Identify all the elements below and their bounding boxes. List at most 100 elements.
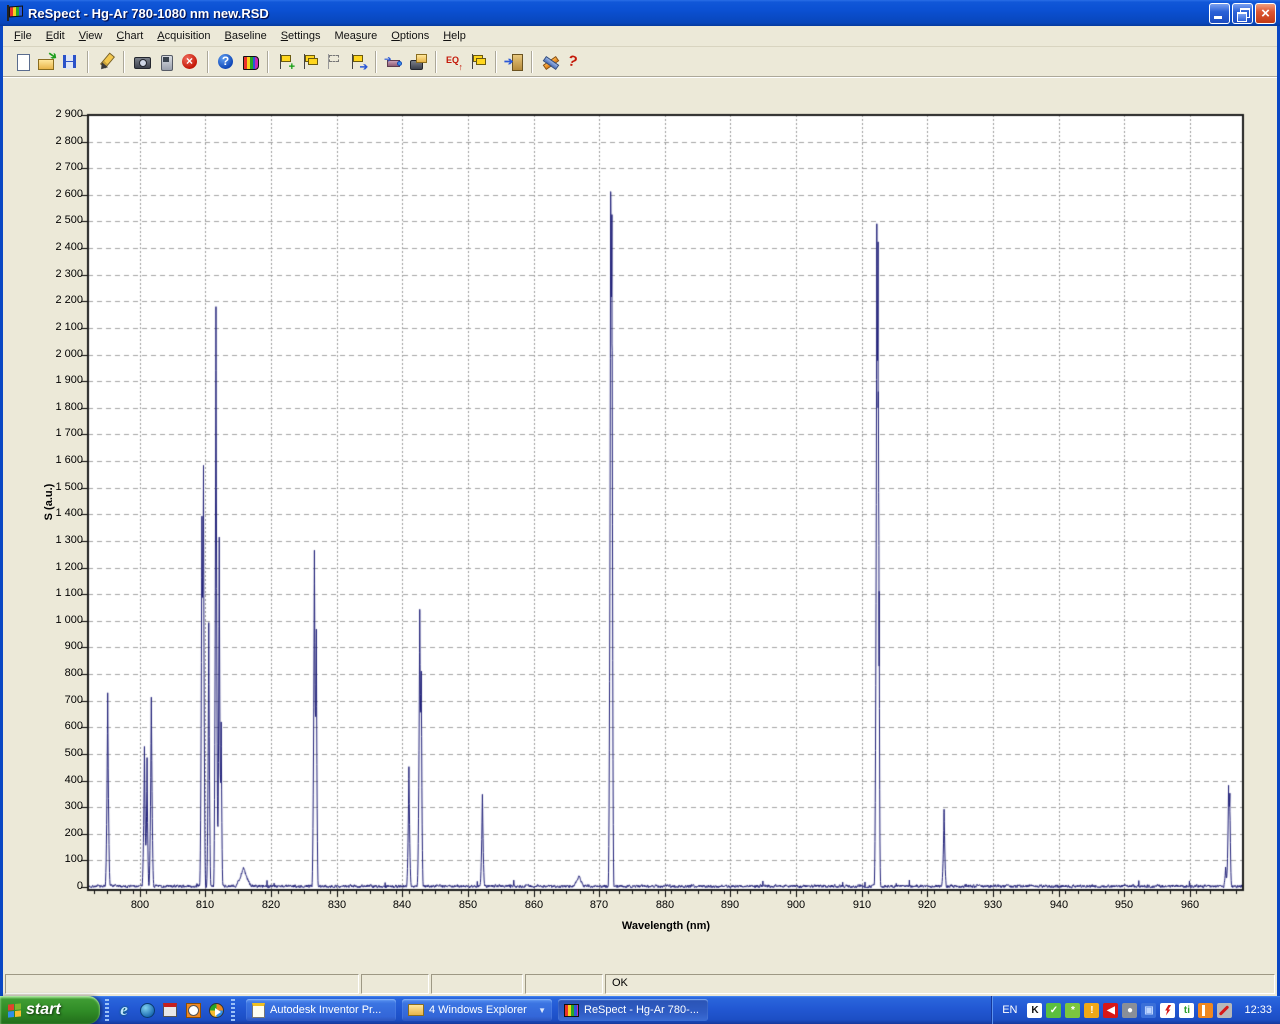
tray-icon-display-settings[interactable]: ▣ [1141, 1003, 1156, 1018]
tray-icon-ti-utility[interactable]: ti [1179, 1003, 1194, 1018]
app-icon [6, 5, 24, 21]
menu-item-options[interactable]: Options [384, 27, 436, 45]
exit-acquisition-button[interactable] [502, 50, 526, 74]
tray-icon-blocked-device[interactable] [1217, 1003, 1232, 1018]
y-axis-tick-label: 1 200 [5, 561, 83, 573]
close-button[interactable] [1255, 3, 1276, 24]
edit-tool-button[interactable] [94, 50, 118, 74]
x-axis-tick-label: 920 [902, 899, 952, 911]
snapshot-to-file-icon [409, 53, 427, 71]
menu-item-edit[interactable]: Edit [39, 27, 72, 45]
menu-item-view[interactable]: View [72, 27, 110, 45]
baseline-subtract-icon [385, 53, 403, 71]
menu-item-chart[interactable]: Chart [109, 27, 150, 45]
tray-icon-antivirus-check[interactable]: ✓ [1046, 1003, 1061, 1018]
spectrum-chart-canvas[interactable] [3, 78, 1277, 970]
new-document-button[interactable] [10, 50, 34, 74]
marker-copy-button[interactable] [298, 50, 322, 74]
settings-tools-button[interactable] [538, 50, 562, 74]
menu-bar: FileEditViewChartAcquisitionBaselineSett… [3, 26, 1277, 47]
menu-item-measure[interactable]: Measure [327, 27, 384, 45]
marker-move-icon: ➔ [349, 53, 367, 71]
quick-launch-clock-app-icon[interactable] [183, 1000, 203, 1020]
quick-launch-bar: e [114, 1000, 226, 1020]
language-indicator[interactable]: EN [1002, 1004, 1017, 1016]
tray-icon-book-orange[interactable] [1198, 1003, 1213, 1018]
folder-icon [408, 1004, 424, 1016]
marker-copy-icon [301, 53, 319, 71]
x-axis-tick-label: 890 [705, 899, 755, 911]
y-axis-tick-label: 2 700 [5, 161, 83, 173]
stop-acquisition-button[interactable] [178, 50, 202, 74]
taskbar-clock[interactable]: 12:33 [1244, 1004, 1272, 1016]
menu-item-acquisition[interactable]: Acquisition [150, 27, 217, 45]
context-help-icon [565, 53, 583, 71]
acquire-device-button[interactable] [154, 50, 178, 74]
toolbar-separator [375, 51, 377, 73]
tray-icon-volume-speaker[interactable]: ◀ [1103, 1003, 1118, 1018]
toolbar-separator [267, 51, 269, 73]
menu-item-help[interactable]: Help [436, 27, 473, 45]
eq-calibration-button[interactable] [442, 50, 466, 74]
quick-launch-handle[interactable] [105, 999, 109, 1021]
y-axis-tick-label: 2 500 [5, 214, 83, 226]
y-axis-tick-label: 1 100 [5, 587, 83, 599]
y-axis-tick-label: 2 200 [5, 294, 83, 306]
quick-launch-media-player-icon[interactable] [206, 1000, 226, 1020]
taskbar-task-autodesk-inventor-pr[interactable]: Autodesk Inventor Pr... [246, 999, 396, 1021]
marker-add-button[interactable]: + [274, 50, 298, 74]
task-area-handle[interactable] [231, 999, 235, 1021]
help-icon [217, 53, 235, 71]
taskbar-task-4-windows-explorer[interactable]: 4 Windows Explorer▼ [402, 999, 552, 1021]
tray-icon-clover-green[interactable]: * [1065, 1003, 1080, 1018]
y-axis-tick-label: 800 [5, 667, 83, 679]
color-palette-book-button[interactable] [238, 50, 262, 74]
menu-item-settings[interactable]: Settings [274, 27, 328, 45]
tray-icon-power-lightning[interactable] [1160, 1003, 1175, 1018]
settings-tools-icon [541, 53, 559, 71]
snapshot-to-file-button[interactable] [406, 50, 430, 74]
taskbar-task-respect-hg-ar-780[interactable]: ReSpect - Hg-Ar 780-... [558, 999, 708, 1021]
title-bar: ReSpect - Hg-Ar 780-1080 nm new.RSD [0, 0, 1280, 26]
menu-item-file[interactable]: File [7, 27, 39, 45]
tray-icon-device-monitor[interactable]: ● [1122, 1003, 1137, 1018]
restore-button[interactable] [1232, 3, 1253, 24]
help-button[interactable] [214, 50, 238, 74]
x-axis-tick-label: 810 [180, 899, 230, 911]
y-axis-tick-label: 700 [5, 694, 83, 706]
tray-icon-shield-warning[interactable]: ! [1084, 1003, 1099, 1018]
acquire-camera-button[interactable] [130, 50, 154, 74]
x-axis-tick-label: 910 [837, 899, 887, 911]
y-axis-title: S (a.u.) [43, 442, 55, 562]
toolbar-separator [495, 51, 497, 73]
acquire-device-icon [157, 53, 175, 71]
marker-move-button[interactable]: ➔ [346, 50, 370, 74]
quick-launch-internet-explorer-icon[interactable]: e [114, 1000, 134, 1020]
chart-client-area: 01002003004005006007008009001 0001 1001 … [3, 77, 1277, 969]
marker-delete-button[interactable] [322, 50, 346, 74]
context-help-button[interactable] [562, 50, 586, 74]
baseline-subtract-button[interactable] [382, 50, 406, 74]
save-file-button[interactable] [58, 50, 82, 74]
tray-icon-kaspersky[interactable]: K [1027, 1003, 1042, 1018]
start-button[interactable]: start [0, 996, 100, 1024]
exit-acquisition-icon [505, 53, 523, 71]
stop-acquisition-icon [181, 53, 199, 71]
chevron-down-icon[interactable]: ▼ [538, 1006, 546, 1015]
x-axis-tick-label: 870 [574, 899, 624, 911]
open-file-button[interactable] [34, 50, 58, 74]
acquire-camera-icon [133, 53, 151, 71]
x-axis-tick-label: 860 [509, 899, 559, 911]
y-axis-tick-label: 200 [5, 827, 83, 839]
y-axis-tick-label: 1 000 [5, 614, 83, 626]
marker-pair-button[interactable] [466, 50, 490, 74]
windows-flag-icon [8, 1003, 21, 1017]
toolbar-separator [207, 51, 209, 73]
minimize-button[interactable] [1209, 3, 1230, 24]
eq-calibration-icon [445, 53, 463, 71]
menu-item-baseline[interactable]: Baseline [218, 27, 274, 45]
quick-launch-disk-utility-icon[interactable] [160, 1000, 180, 1020]
y-axis-tick-label: 2 300 [5, 268, 83, 280]
quick-launch-web-globe-icon[interactable] [137, 1000, 157, 1020]
y-axis-tick-label: 900 [5, 640, 83, 652]
